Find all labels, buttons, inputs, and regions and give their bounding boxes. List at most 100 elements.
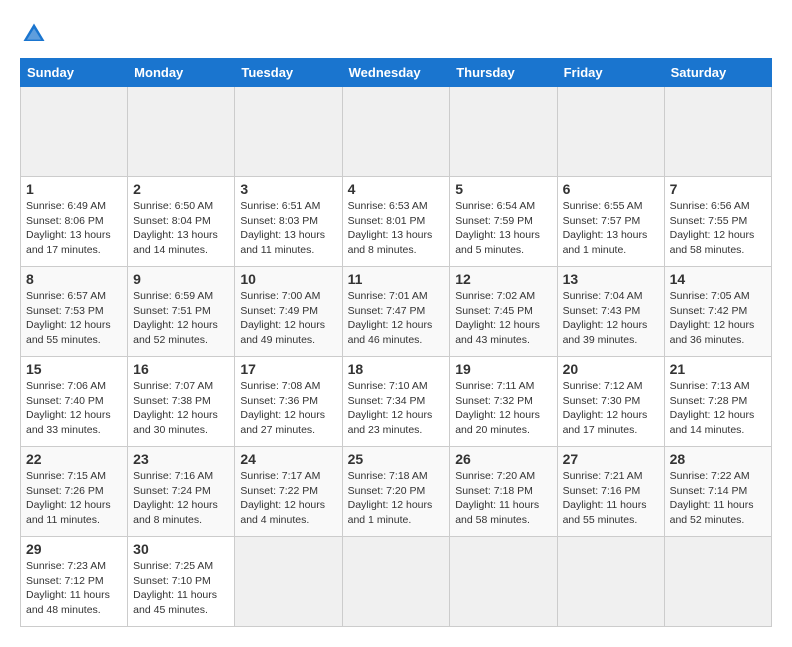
calendar-cell: 8 Sunrise: 6:57 AM Sunset: 7:53 PM Daylig… [21, 267, 128, 357]
day-number: 4 [348, 181, 445, 197]
calendar-header-row: SundayMondayTuesdayWednesdayThursdayFrid… [21, 59, 772, 87]
calendar-cell: 9Sunrise: 6:59 AM Sunset: 7:51 PM Daylig… [128, 267, 235, 357]
day-info: Sunrise: 7:02 AM Sunset: 7:45 PM Dayligh… [455, 289, 551, 348]
day-number: 16 [133, 361, 229, 377]
calendar-cell: 2Sunrise: 6:50 AM Sunset: 8:04 PM Daylig… [128, 177, 235, 267]
day-info: Sunrise: 6:57 AM Sunset: 7:53 PM Dayligh… [26, 289, 122, 348]
calendar-cell [450, 537, 557, 627]
col-header-thursday: Thursday [450, 59, 557, 87]
page-header [20, 20, 772, 48]
logo-icon [20, 20, 48, 48]
day-info: Sunrise: 6:50 AM Sunset: 8:04 PM Dayligh… [133, 199, 229, 258]
calendar-cell [664, 537, 771, 627]
day-info: Sunrise: 7:16 AM Sunset: 7:24 PM Dayligh… [133, 469, 229, 528]
calendar-cell [557, 87, 664, 177]
day-number: 6 [563, 181, 659, 197]
day-number: 1 [26, 181, 122, 197]
day-number: 15 [26, 361, 122, 377]
day-number: 21 [670, 361, 766, 377]
day-number: 12 [455, 271, 551, 287]
calendar-cell: 22 Sunrise: 7:15 AM Sunset: 7:26 PM Dayli… [21, 447, 128, 537]
calendar-cell [235, 537, 342, 627]
day-number: 3 [240, 181, 336, 197]
calendar-cell: 3 Sunrise: 6:51 AM Sunset: 8:03 PM Daylig… [235, 177, 342, 267]
calendar-cell: 24 Sunrise: 7:17 AM Sunset: 7:22 PM Dayli… [235, 447, 342, 537]
day-info: Sunrise: 7:01 AM Sunset: 7:47 PM Dayligh… [348, 289, 445, 348]
day-info: Sunrise: 7:15 AM Sunset: 7:26 PM Dayligh… [26, 469, 122, 528]
calendar-cell [557, 537, 664, 627]
calendar-cell: 26 Sunrise: 7:20 AM Sunset: 7:18 PM Dayli… [450, 447, 557, 537]
calendar-cell [450, 87, 557, 177]
day-info: Sunrise: 6:53 AM Sunset: 8:01 PM Dayligh… [348, 199, 445, 258]
calendar-cell: 12 Sunrise: 7:02 AM Sunset: 7:45 PM Dayli… [450, 267, 557, 357]
calendar-table: SundayMondayTuesdayWednesdayThursdayFrid… [20, 58, 772, 627]
calendar-cell: 5Sunrise: 6:54 AM Sunset: 7:59 PM Daylig… [450, 177, 557, 267]
day-info: Sunrise: 7:18 AM Sunset: 7:20 PM Dayligh… [348, 469, 445, 528]
day-number: 8 [26, 271, 122, 287]
day-info: Sunrise: 6:49 AM Sunset: 8:06 PM Dayligh… [26, 199, 122, 258]
calendar-week-row: 22 Sunrise: 7:15 AM Sunset: 7:26 PM Dayli… [21, 447, 772, 537]
col-header-monday: Monday [128, 59, 235, 87]
day-number: 13 [563, 271, 659, 287]
day-info: Sunrise: 7:10 AM Sunset: 7:34 PM Dayligh… [348, 379, 445, 438]
col-header-wednesday: Wednesday [342, 59, 450, 87]
day-number: 20 [563, 361, 659, 377]
day-info: Sunrise: 7:08 AM Sunset: 7:36 PM Dayligh… [240, 379, 336, 438]
col-header-saturday: Saturday [664, 59, 771, 87]
day-info: Sunrise: 7:17 AM Sunset: 7:22 PM Dayligh… [240, 469, 336, 528]
day-number: 19 [455, 361, 551, 377]
day-info: Sunrise: 7:11 AM Sunset: 7:32 PM Dayligh… [455, 379, 551, 438]
day-number: 5 [455, 181, 551, 197]
day-number: 14 [670, 271, 766, 287]
calendar-cell: 18Sunrise: 7:10 AM Sunset: 7:34 PM Dayli… [342, 357, 450, 447]
day-number: 25 [348, 451, 445, 467]
day-info: Sunrise: 7:05 AM Sunset: 7:42 PM Dayligh… [670, 289, 766, 348]
calendar-week-row: 29 Sunrise: 7:23 AM Sunset: 7:12 PM Dayli… [21, 537, 772, 627]
day-number: 17 [240, 361, 336, 377]
logo [20, 20, 52, 48]
calendar-cell: 4 Sunrise: 6:53 AM Sunset: 8:01 PM Daylig… [342, 177, 450, 267]
day-info: Sunrise: 7:20 AM Sunset: 7:18 PM Dayligh… [455, 469, 551, 528]
calendar-cell [21, 87, 128, 177]
day-number: 11 [348, 271, 445, 287]
day-info: Sunrise: 6:51 AM Sunset: 8:03 PM Dayligh… [240, 199, 336, 258]
calendar-cell: 16 Sunrise: 7:07 AM Sunset: 7:38 PM Dayli… [128, 357, 235, 447]
calendar-week-row: 8 Sunrise: 6:57 AM Sunset: 7:53 PM Daylig… [21, 267, 772, 357]
day-number: 30 [133, 541, 229, 557]
calendar-cell: 27 Sunrise: 7:21 AM Sunset: 7:16 PM Dayli… [557, 447, 664, 537]
calendar-cell: 15Sunrise: 7:06 AM Sunset: 7:40 PM Dayli… [21, 357, 128, 447]
calendar-cell: 14 Sunrise: 7:05 AM Sunset: 7:42 PM Dayli… [664, 267, 771, 357]
calendar-cell [342, 87, 450, 177]
day-number: 10 [240, 271, 336, 287]
day-number: 28 [670, 451, 766, 467]
calendar-cell [235, 87, 342, 177]
day-number: 27 [563, 451, 659, 467]
day-number: 29 [26, 541, 122, 557]
day-info: Sunrise: 7:13 AM Sunset: 7:28 PM Dayligh… [670, 379, 766, 438]
calendar-cell: 17 Sunrise: 7:08 AM Sunset: 7:36 PM Dayli… [235, 357, 342, 447]
day-number: 26 [455, 451, 551, 467]
day-number: 7 [670, 181, 766, 197]
day-number: 24 [240, 451, 336, 467]
day-info: Sunrise: 7:07 AM Sunset: 7:38 PM Dayligh… [133, 379, 229, 438]
calendar-cell: 30Sunrise: 7:25 AM Sunset: 7:10 PM Dayli… [128, 537, 235, 627]
calendar-week-row [21, 87, 772, 177]
calendar-cell: 23 Sunrise: 7:16 AM Sunset: 7:24 PM Dayli… [128, 447, 235, 537]
day-info: Sunrise: 7:12 AM Sunset: 7:30 PM Dayligh… [563, 379, 659, 438]
calendar-cell: 13Sunrise: 7:04 AM Sunset: 7:43 PM Dayli… [557, 267, 664, 357]
day-number: 9 [133, 271, 229, 287]
day-info: Sunrise: 7:23 AM Sunset: 7:12 PM Dayligh… [26, 559, 122, 618]
calendar-cell: 25 Sunrise: 7:18 AM Sunset: 7:20 PM Dayli… [342, 447, 450, 537]
day-info: Sunrise: 7:00 AM Sunset: 7:49 PM Dayligh… [240, 289, 336, 348]
calendar-week-row: 15Sunrise: 7:06 AM Sunset: 7:40 PM Dayli… [21, 357, 772, 447]
calendar-cell [664, 87, 771, 177]
day-number: 22 [26, 451, 122, 467]
calendar-cell [342, 537, 450, 627]
calendar-cell: 29 Sunrise: 7:23 AM Sunset: 7:12 PM Dayli… [21, 537, 128, 627]
calendar-cell [128, 87, 235, 177]
calendar-week-row: 1 Sunrise: 6:49 AM Sunset: 8:06 PM Daylig… [21, 177, 772, 267]
day-info: Sunrise: 7:21 AM Sunset: 7:16 PM Dayligh… [563, 469, 659, 528]
calendar-cell: 19 Sunrise: 7:11 AM Sunset: 7:32 PM Dayli… [450, 357, 557, 447]
day-info: Sunrise: 6:56 AM Sunset: 7:55 PM Dayligh… [670, 199, 766, 258]
day-number: 23 [133, 451, 229, 467]
